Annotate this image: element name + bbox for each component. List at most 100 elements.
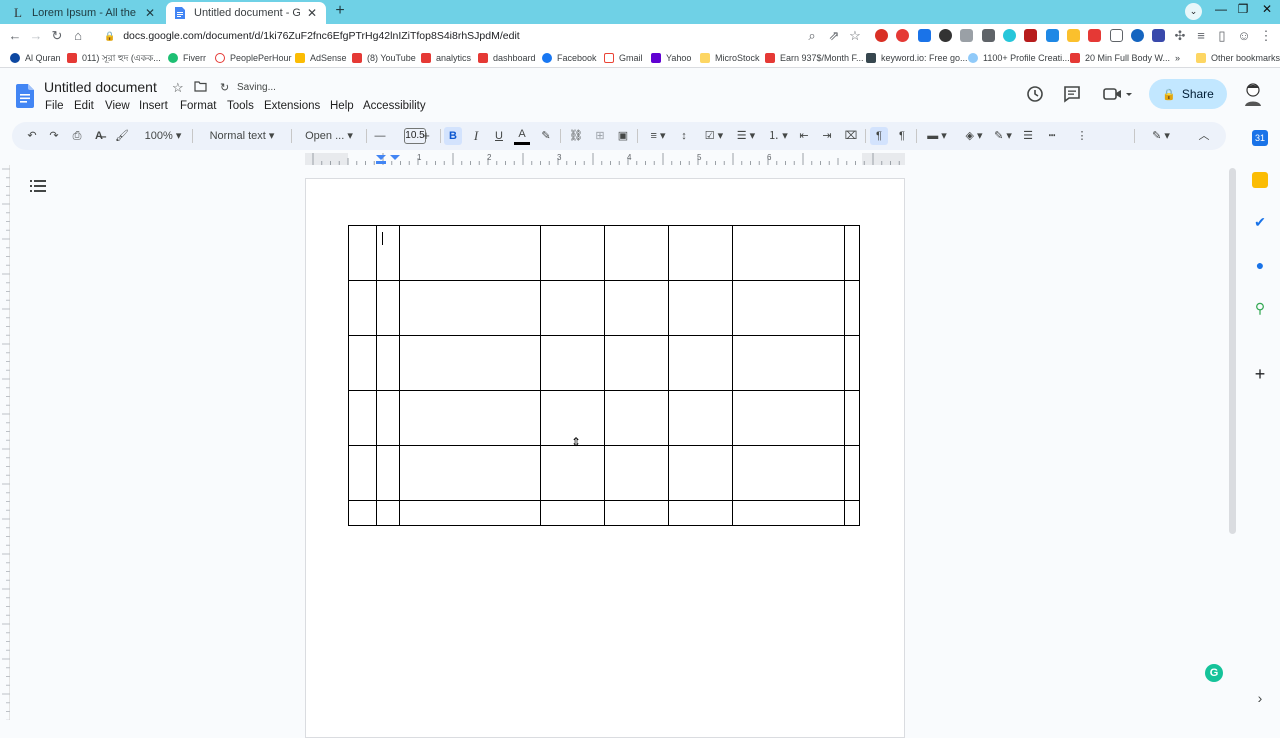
italic-button[interactable]: I <box>468 127 484 145</box>
table-cell[interactable] <box>604 500 669 526</box>
table-cell[interactable] <box>399 225 541 281</box>
table-cell[interactable] <box>540 225 605 281</box>
decrease-font-size-button[interactable]: — <box>373 127 387 145</box>
table-cell[interactable] <box>399 390 541 446</box>
table-cell[interactable] <box>668 500 733 526</box>
extension-icon[interactable] <box>1046 29 1059 42</box>
extension-icon[interactable] <box>1067 29 1080 42</box>
bookmark-item[interactable]: 1100+ Profile Creati... <box>968 51 1070 65</box>
window-close-button[interactable]: ✕ <box>1254 0 1280 20</box>
version-history-icon[interactable] <box>1026 85 1044 103</box>
star-icon[interactable]: ☆ <box>172 80 184 96</box>
chrome-menu-icon[interactable]: ⋮ <box>1258 28 1274 44</box>
bulleted-list-icon[interactable]: ☰ ▾ <box>732 127 760 145</box>
address-bar[interactable]: 🔒 docs.google.com/document/d/1ki76ZuF2fn… <box>96 25 824 47</box>
bookmarks-overflow[interactable]: » <box>1175 51 1180 65</box>
extensions-puzzle-icon[interactable]: ✣ <box>1172 28 1188 44</box>
close-icon[interactable]: ✕ <box>144 6 156 20</box>
table-cell[interactable] <box>732 225 845 281</box>
reading-list-icon[interactable]: ≡ <box>1193 28 1209 44</box>
menu-extensions[interactable]: Extensions <box>264 100 320 112</box>
adblock-icon[interactable] <box>896 29 909 42</box>
numbered-list-icon[interactable]: ⒈ ▾ <box>764 127 792 145</box>
increase-font-size-button[interactable]: + <box>419 127 433 145</box>
tab-lorem-ipsum[interactable]: L Lorem Ipsum - All the facts - Lipsum ✕ <box>4 2 164 24</box>
table-cell[interactable] <box>668 280 733 336</box>
table-cell[interactable] <box>348 390 377 446</box>
menu-view[interactable]: View <box>105 100 130 112</box>
forward-arrow-icon[interactable]: → <box>28 28 44 44</box>
align-icon[interactable]: ≡ ▾ <box>644 127 672 145</box>
table-cell[interactable] <box>732 390 845 446</box>
extension-icon[interactable] <box>1003 29 1016 42</box>
table-cell[interactable] <box>348 500 377 526</box>
table-cell[interactable] <box>376 335 400 391</box>
document-title[interactable]: Untitled document <box>44 79 157 95</box>
vertical-ruler[interactable] <box>0 165 10 720</box>
reload-icon[interactable]: ↻ <box>49 28 65 44</box>
table-cell[interactable] <box>668 225 733 281</box>
table-cell[interactable] <box>668 335 733 391</box>
document-outline-icon[interactable] <box>30 179 46 193</box>
border-dash-icon[interactable]: ┅ <box>1044 127 1060 145</box>
border-weight-icon[interactable]: ☰ <box>1020 127 1036 145</box>
table-cell[interactable] <box>844 225 860 281</box>
add-comment-icon[interactable]: ⊞ <box>592 127 608 145</box>
bookmark-item[interactable]: analytics <box>421 51 471 65</box>
side-panel-icon[interactable]: ▯ <box>1214 28 1230 44</box>
table-cell[interactable] <box>604 445 669 501</box>
table-cell[interactable] <box>732 280 845 336</box>
menu-accessibility[interactable]: Accessibility <box>363 100 426 112</box>
bookmark-star-icon[interactable]: ☆ <box>847 28 863 44</box>
bookmark-item[interactable]: Al Quran <box>10 51 61 65</box>
zoom-icon[interactable]: ⌕ <box>804 28 820 44</box>
ltr-text-icon[interactable]: ¶ <box>870 127 888 145</box>
horizontal-ruler[interactable]: 1 2 3 4 5 6 <box>305 153 905 165</box>
table-cell[interactable] <box>540 335 605 391</box>
table-cell[interactable] <box>604 335 669 391</box>
zoom-select[interactable]: 100% ▾ <box>140 127 186 145</box>
bookmark-item[interactable]: AdSense <box>295 51 347 65</box>
bookmark-item[interactable]: dashboard <box>478 51 536 65</box>
table-cell[interactable] <box>604 280 669 336</box>
bookmark-item[interactable]: Gmail <box>604 51 643 65</box>
new-tab-button[interactable]: + <box>332 3 348 19</box>
insert-link-icon[interactable]: ⛓ <box>568 127 584 145</box>
table-cell[interactable] <box>348 280 377 336</box>
table-cell[interactable] <box>399 280 541 336</box>
table-cell[interactable] <box>732 335 845 391</box>
collapse-menus-icon[interactable]: ︿ <box>1196 127 1212 145</box>
other-bookmarks[interactable]: Other bookmarks <box>1196 51 1280 65</box>
border-width-icon[interactable]: ▬ ▾ <box>923 127 951 145</box>
restore-button[interactable]: ❐ <box>1230 0 1256 20</box>
mail-icon[interactable] <box>1110 29 1123 42</box>
close-icon[interactable]: ✕ <box>306 6 318 20</box>
more-options-icon[interactable]: ⋮ <box>1074 127 1090 145</box>
table-cell[interactable] <box>376 225 400 281</box>
table-cell[interactable] <box>399 500 541 526</box>
bookmark-item[interactable]: 20 Min Full Body W... <box>1070 51 1170 65</box>
bookmark-item[interactable]: PeoplePerHour <box>215 51 292 65</box>
menu-file[interactable]: File <box>45 100 64 112</box>
table-cell[interactable] <box>732 445 845 501</box>
table-cell[interactable] <box>348 335 377 391</box>
checklist-icon[interactable]: ☑ ▾ <box>700 127 728 145</box>
table-cell[interactable] <box>844 280 860 336</box>
menu-format[interactable]: Format <box>180 100 216 112</box>
back-arrow-icon[interactable]: ← <box>7 28 23 44</box>
bookmark-item[interactable]: Fiverr <box>168 51 206 65</box>
insert-image-icon[interactable]: ▣ <box>615 127 631 145</box>
table-cell[interactable] <box>604 225 669 281</box>
redo-icon[interactable]: ↷ <box>46 127 62 145</box>
tab-search-icon[interactable]: ⌄ <box>1185 3 1202 20</box>
extension-icon[interactable] <box>982 29 995 42</box>
share-button[interactable]: 🔒 Share <box>1149 79 1227 109</box>
document-table[interactable] <box>348 225 860 526</box>
table-cell[interactable] <box>540 445 605 501</box>
add-addon-icon[interactable]: + <box>1252 365 1268 383</box>
table-cell[interactable] <box>844 335 860 391</box>
avatar[interactable] <box>1243 82 1263 106</box>
tab-untitled-document[interactable]: Untitled document - Google Docs ✕ <box>166 2 326 24</box>
table-cell[interactable] <box>540 500 605 526</box>
shield-icon[interactable] <box>918 29 931 42</box>
